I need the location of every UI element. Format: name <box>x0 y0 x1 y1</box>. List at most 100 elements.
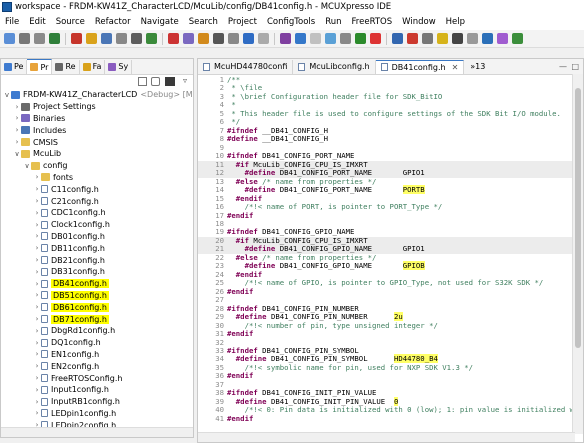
view-tab-fa[interactable]: Fa <box>80 59 106 74</box>
tree-item[interactable]: › DB51config.h <box>1 290 193 302</box>
toolbar-button-icon[interactable] <box>467 33 478 44</box>
toolbar-button-icon[interactable] <box>497 33 508 44</box>
toolbar-button-icon[interactable] <box>86 33 97 44</box>
tree-item[interactable]: › DB31config.h <box>1 266 193 278</box>
expand-arrow-icon[interactable]: › <box>33 350 41 358</box>
expand-arrow-icon[interactable]: › <box>33 315 41 323</box>
collapse-all-icon[interactable] <box>138 77 147 86</box>
menu-refactor[interactable]: Refactor <box>90 17 136 27</box>
expand-arrow-icon[interactable]: › <box>33 291 41 299</box>
filter-icon[interactable] <box>165 77 175 86</box>
code-line[interactable]: 8 #define __DB41_CONFIG_H <box>198 134 574 143</box>
expand-arrow-icon[interactable]: › <box>13 138 21 146</box>
editor-tab[interactable]: McuLibconfig.h <box>293 59 376 74</box>
tree-item[interactable]: › DB21config.h <box>1 254 193 266</box>
code-line[interactable]: 31 #endif <box>198 329 574 338</box>
editor-tab[interactable]: McuHD44780confi <box>198 59 294 74</box>
tree-item[interactable]: › DbgRd1config.h <box>1 325 193 337</box>
menu-help[interactable]: Help <box>441 17 470 27</box>
toolbar-button-icon[interactable] <box>101 33 112 44</box>
view-tab-pe[interactable]: Pe <box>1 59 28 74</box>
expand-arrow-icon[interactable]: › <box>33 374 41 382</box>
maximize-icon[interactable]: □ <box>571 62 579 71</box>
menu-navigate[interactable]: Navigate <box>136 17 184 27</box>
toolbar-button-icon[interactable] <box>19 33 30 44</box>
tree-item[interactable]: › fonts <box>1 172 193 184</box>
expand-arrow-icon[interactable]: › <box>13 126 21 134</box>
expand-arrow-icon[interactable]: › <box>33 197 41 205</box>
view-tab-sy[interactable]: Sy <box>105 59 133 74</box>
expand-arrow-icon[interactable]: › <box>33 386 41 394</box>
expand-arrow-icon[interactable]: › <box>33 173 41 181</box>
tree-item[interactable]: › FreeRTOSConfig.h <box>1 372 193 384</box>
code-line[interactable]: 26 #endif <box>198 287 574 296</box>
close-tab-icon[interactable]: ✕ <box>452 63 459 72</box>
expand-arrow-icon[interactable]: › <box>33 185 41 193</box>
tree-item[interactable]: › C21config.h <box>1 195 193 207</box>
menu-window[interactable]: Window <box>397 17 441 27</box>
editor-horizontal-scrollbar[interactable] <box>198 432 575 442</box>
toolbar-button-icon[interactable] <box>146 33 157 44</box>
menu-file[interactable]: File <box>0 17 24 27</box>
toolbar-button-icon[interactable] <box>512 33 523 44</box>
tree-item[interactable]: › DB11config.h <box>1 242 193 254</box>
tree-item[interactable]: › EN2config.h <box>1 360 193 372</box>
code-line[interactable]: 5 * This header file is used to configur… <box>198 109 574 118</box>
toolbar-button-icon[interactable] <box>482 33 493 44</box>
expand-arrow-icon[interactable]: › <box>13 103 21 111</box>
collapse-arrow-icon[interactable]: ∨ <box>23 162 31 170</box>
toolbar-button-icon[interactable] <box>392 33 403 44</box>
tree-item[interactable]: ∨ config <box>1 160 193 172</box>
horizontal-scrollbar[interactable] <box>1 427 193 437</box>
tree-item[interactable]: › InputRB1config.h <box>1 396 193 408</box>
code-line[interactable]: 25 /*!< name of GPIO, is pointer to GPIO… <box>198 278 574 287</box>
tree-item[interactable]: › CDC1config.h <box>1 207 193 219</box>
editor-tab[interactable]: DB41config.h ✕ <box>375 59 465 74</box>
view-menu-icon[interactable]: ▿ <box>183 76 187 85</box>
tree-item[interactable]: › Clock1config.h <box>1 219 193 231</box>
toolbar-button-icon[interactable] <box>295 33 306 44</box>
toolbar-button-icon[interactable] <box>243 33 254 44</box>
code-area[interactable]: 1/** 2 * \file 3 * \brief Configuration he… <box>198 75 583 434</box>
view-tab-re[interactable]: Re <box>52 59 80 74</box>
menu-search[interactable]: Search <box>184 17 223 27</box>
menu-project[interactable]: Project <box>223 17 262 27</box>
tree-item[interactable]: › Binaries <box>1 113 193 125</box>
tree-item[interactable]: › DB41config.h <box>1 278 193 290</box>
code-line[interactable]: 30 /*!< number of pin, type unsigned int… <box>198 321 574 330</box>
toolbar-button-icon[interactable] <box>422 33 433 44</box>
tree-item[interactable]: › LEDpin1config.h <box>1 408 193 420</box>
menu-configtools[interactable]: ConfigTools <box>262 17 320 27</box>
toolbar-button-icon[interactable] <box>168 33 179 44</box>
expand-arrow-icon[interactable]: › <box>33 244 41 252</box>
menu-source[interactable]: Source <box>51 17 90 27</box>
expand-arrow-icon[interactable]: › <box>33 268 41 276</box>
toolbar-button-icon[interactable] <box>198 33 209 44</box>
tree-item[interactable]: › DB71config.h <box>1 313 193 325</box>
toolbar-button-icon[interactable] <box>228 33 239 44</box>
code-line[interactable]: 17 #endif <box>198 211 574 220</box>
minimize-icon[interactable]: — <box>559 62 567 71</box>
toolbar-button-icon[interactable] <box>116 33 127 44</box>
toolbar-button-icon[interactable] <box>370 33 381 44</box>
code-line[interactable]: 36 #endif <box>198 371 574 380</box>
tree-item[interactable]: › CMSIS <box>1 136 193 148</box>
code-line[interactable]: 16 /*!< name of PORT, is pointer to PORT… <box>198 202 574 211</box>
link-editor-icon[interactable] <box>151 77 160 86</box>
toolbar-button-icon[interactable] <box>355 33 366 44</box>
toolbar-button-icon[interactable] <box>213 33 224 44</box>
tree-item[interactable]: ∨ McuLib <box>1 148 193 160</box>
expand-arrow-icon[interactable]: › <box>33 362 41 370</box>
toolbar-button-icon[interactable] <box>452 33 463 44</box>
expand-arrow-icon[interactable]: › <box>33 303 41 311</box>
code-line[interactable]: 35 /*!< symbolic name for pin, used for … <box>198 363 574 372</box>
expand-arrow-icon[interactable]: › <box>33 280 41 288</box>
expand-arrow-icon[interactable]: › <box>33 339 41 347</box>
menu-run[interactable]: Run <box>320 17 346 27</box>
tree-item[interactable]: › C11config.h <box>1 183 193 195</box>
toolbar-button-icon[interactable] <box>407 33 418 44</box>
scroll-thumb[interactable] <box>575 88 581 348</box>
toolbar-button-icon[interactable] <box>49 33 60 44</box>
project-root-item[interactable]: v FRDM-KW41Z_CharacterLCD <Debug> [McuO <box>1 89 193 101</box>
toolbar-button-icon[interactable] <box>34 33 45 44</box>
